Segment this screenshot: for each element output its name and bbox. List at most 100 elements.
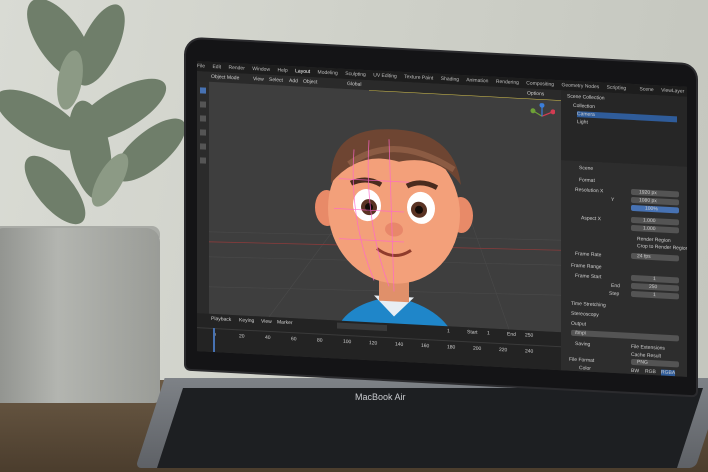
menu-window[interactable]: Window [252,66,270,73]
color-rgb-option[interactable]: RGB [645,369,656,376]
menu-file[interactable]: File [197,63,205,69]
frame-end-label: End [611,282,620,290]
aspect-x-value: 1.000 [643,217,656,225]
scene-selector[interactable]: Scene [640,86,654,93]
frame-end-field[interactable]: 250 [631,282,679,292]
start-frame-label: Start [467,329,478,336]
properties-scene-label: Scene [579,165,594,172]
tab-geometry-nodes[interactable]: Geometry Nodes [561,82,599,90]
color-bw-option[interactable]: BW [631,368,639,374]
time-stretching-header[interactable]: Time Stretching [571,301,606,309]
move-tool-icon[interactable] [200,115,206,122]
timeline-tick: 80 [317,337,323,344]
timeline-menu-view[interactable]: View [261,319,272,326]
transform-orientation[interactable]: Global [347,81,361,88]
timeline-tick: 20 [239,333,245,340]
options-button[interactable]: Options [527,90,544,97]
frame-step-field[interactable]: 1 [631,290,679,300]
timeline-menu-keying[interactable]: Keying [239,317,254,324]
cursor-tool-icon[interactable] [200,101,206,108]
outliner-item-collection[interactable]: Collection [573,103,595,110]
tab-layout[interactable]: Layout [295,68,310,75]
properties-panel: Scene Format Resolution X 1920 px Y 1080… [561,160,687,377]
tab-modeling[interactable]: Modeling [318,69,338,76]
menu-help[interactable]: Help [277,67,287,74]
3d-viewport[interactable] [208,81,562,347]
frame-range-header[interactable]: Frame Range [571,263,602,271]
viewport-menu-view[interactable]: View [253,76,264,83]
aspect-x-field[interactable]: 1.000 [631,216,679,226]
stereoscopy-header[interactable]: Stereoscopy [571,311,599,318]
cartoon-character-figure [315,129,473,347]
menu-render[interactable]: Render [228,65,244,72]
scale-tool-icon[interactable] [200,143,206,150]
outliner-item-camera[interactable]: Camera [577,111,677,123]
resolution-percent-field[interactable]: 100% [631,204,679,214]
end-frame-label: End [507,331,516,338]
plant-pot [0,228,160,403]
output-path-field[interactable]: /tmp\ [571,329,679,342]
timeline-tick: 200 [473,345,482,353]
tool-shelf [197,81,209,314]
transform-tool-icon[interactable] [200,157,206,164]
timeline-tick: 220 [499,346,508,354]
resolution-x-value: 1920 px [639,189,657,197]
tab-compositing[interactable]: Compositing [526,80,554,87]
playback-controls[interactable] [337,322,387,332]
resolution-x-label: Resolution X [575,186,604,195]
viewport-menu-object[interactable]: Object [303,79,317,86]
file-format-label: File Format [569,356,595,364]
rotate-tool-icon[interactable] [200,129,206,136]
tab-animation[interactable]: Animation [466,77,488,84]
tab-scripting[interactable]: Scripting [607,85,626,92]
laptop-screen: File Edit Render Window Help Layout Mode… [197,61,687,377]
frame-end-value: 250 [649,283,658,291]
object-mode-dropdown[interactable]: Object Mode [211,74,239,81]
aspect-y-value: 1.000 [643,225,656,233]
menu-edit[interactable]: Edit [212,64,221,70]
frame-start-field[interactable]: 1 [631,274,679,284]
end-frame-value[interactable]: 250 [525,332,533,338]
current-frame-field[interactable]: 1 [447,328,450,334]
timeline-tick: 140 [395,341,404,348]
aspect-y-field[interactable]: 1.000 [631,224,679,234]
timeline-tick: 180 [447,344,456,351]
resolution-x-field[interactable]: 1920 px [631,188,679,198]
timeline-tick: 120 [369,340,378,347]
output-header[interactable]: Output [571,321,586,328]
color-rgba-option[interactable]: RGBA [661,369,676,377]
color-label: Color [579,365,591,372]
timeline-tick: 160 [421,342,430,350]
start-frame-value[interactable]: 1 [487,330,490,336]
timeline-menu-marker[interactable]: Marker [277,319,293,326]
tab-shading[interactable]: Shading [441,76,459,83]
navigation-gizmo[interactable] [529,102,555,130]
viewport-menu-add[interactable]: Add [289,78,298,84]
frame-rate-value: 24 fps [637,253,651,260]
tab-texture-paint[interactable]: Texture Paint [404,74,433,82]
file-format-dropdown[interactable]: PNG [631,358,679,368]
timeline-tick: 40 [265,334,271,342]
output-path-value: /tmp\ [575,329,587,337]
resolution-y-field[interactable]: 1080 px [631,196,679,206]
frame-rate-dropdown[interactable]: 24 fps [631,252,679,262]
frame-rate-label: Frame Rate [575,250,602,259]
tab-uv-editing[interactable]: UV Editing [373,72,397,79]
file-extensions-checkbox[interactable]: File Extensions [631,344,665,352]
resolution-y-label: Y [611,196,615,204]
format-header[interactable]: Format [579,177,595,184]
playhead[interactable] [213,327,215,353]
laptop-keyboard [157,388,703,468]
outliner-item-light[interactable]: Light [577,119,588,126]
saving-label: Saving [575,340,591,348]
viewport-menu-select[interactable]: Select [269,77,283,84]
tab-rendering[interactable]: Rendering [496,79,519,86]
resolution-percent-value: 100% [645,205,658,213]
timeline-menu-playback[interactable]: Playback [211,316,231,323]
tab-sculpting[interactable]: Sculpting [345,71,366,78]
select-tool-icon[interactable] [200,87,206,94]
view-layer-selector[interactable]: ViewLayer [661,87,684,94]
file-format-value: PNG [637,359,648,366]
crop-region-checkbox[interactable]: Crop to Render Region [637,243,687,252]
resolution-y-value: 1080 px [639,197,657,205]
